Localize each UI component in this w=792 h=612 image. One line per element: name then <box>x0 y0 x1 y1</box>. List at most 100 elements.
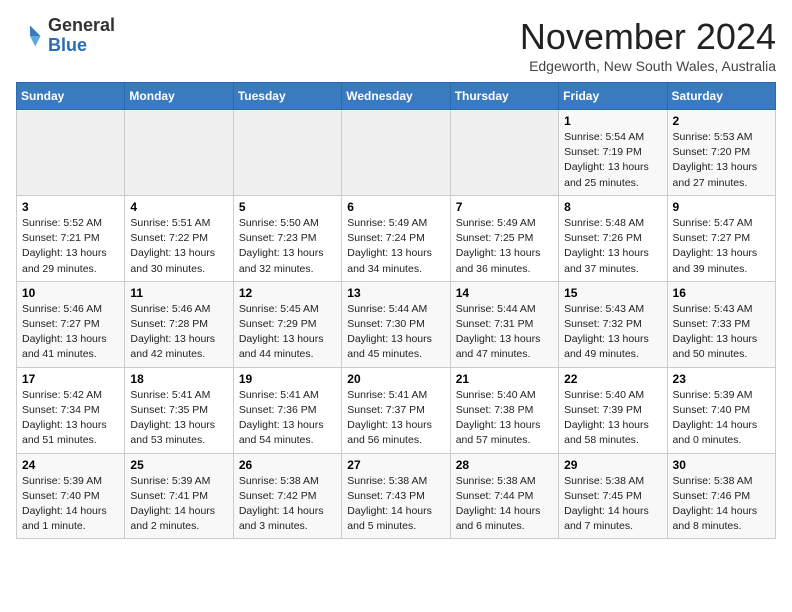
day-info: Sunrise: 5:44 AMSunset: 7:31 PMDaylight:… <box>456 302 553 363</box>
day-info: Sunrise: 5:41 AMSunset: 7:37 PMDaylight:… <box>347 388 444 449</box>
logo: General Blue <box>16 16 115 56</box>
day-info: Sunrise: 5:43 AMSunset: 7:33 PMDaylight:… <box>673 302 770 363</box>
calendar-cell <box>342 110 450 196</box>
calendar-cell: 12 Sunrise: 5:45 AMSunset: 7:29 PMDayligh… <box>233 281 341 367</box>
day-of-week-header: Wednesday <box>342 83 450 110</box>
calendar-cell: 6Sunrise: 5:49 AMSunset: 7:24 PMDaylight… <box>342 195 450 281</box>
day-info: Sunrise: 5:43 AMSunset: 7:32 PMDaylight:… <box>564 302 661 363</box>
calendar-cell: 30Sunrise: 5:38 AMSunset: 7:46 PMDayligh… <box>667 453 775 539</box>
calendar-cell: 26Sunrise: 5:38 AMSunset: 7:42 PMDayligh… <box>233 453 341 539</box>
day-of-week-header: Saturday <box>667 83 775 110</box>
calendar-cell: 22 Sunrise: 5:40 AMSunset: 7:39 PMDayligh… <box>559 367 667 453</box>
day-of-week-header: Friday <box>559 83 667 110</box>
day-number: 19 <box>239 372 336 386</box>
day-number: 28 <box>456 458 553 472</box>
calendar-week-row: 24Sunrise: 5:39 AMSunset: 7:40 PMDayligh… <box>17 453 776 539</box>
calendar-cell: 4 Sunrise: 5:51 AMSunset: 7:22 PMDaylight… <box>125 195 233 281</box>
day-number: 24 <box>22 458 119 472</box>
day-info: Sunrise: 5:50 AMSunset: 7:23 PMDaylight:… <box>239 216 336 277</box>
day-info: Sunrise: 5:52 AMSunset: 7:21 PMDaylight:… <box>22 216 119 277</box>
day-number: 12 <box>239 286 336 300</box>
day-info: Sunrise: 5:38 AMSunset: 7:46 PMDaylight:… <box>673 474 770 535</box>
day-number: 17 <box>22 372 119 386</box>
day-number: 27 <box>347 458 444 472</box>
calendar-week-row: 1 Sunrise: 5:54 AMSunset: 7:19 PMDaylight… <box>17 110 776 196</box>
day-info: Sunrise: 5:49 AMSunset: 7:24 PMDaylight:… <box>347 216 444 277</box>
day-number: 3 <box>22 200 119 214</box>
day-info: Sunrise: 5:45 AMSunset: 7:29 PMDaylight:… <box>239 302 336 363</box>
calendar-cell: 10Sunrise: 5:46 AMSunset: 7:27 PMDayligh… <box>17 281 125 367</box>
calendar-week-row: 17 Sunrise: 5:42 AMSunset: 7:34 PMDayligh… <box>17 367 776 453</box>
month-title: November 2024 <box>520 16 776 58</box>
calendar-cell: 19 Sunrise: 5:41 AMSunset: 7:36 PMDayligh… <box>233 367 341 453</box>
day-number: 7 <box>456 200 553 214</box>
day-of-week-header: Monday <box>125 83 233 110</box>
header-row: SundayMondayTuesdayWednesdayThursdayFrid… <box>17 83 776 110</box>
day-number: 13 <box>347 286 444 300</box>
calendar-cell: 20 Sunrise: 5:41 AMSunset: 7:37 PMDayligh… <box>342 367 450 453</box>
day-info: Sunrise: 5:53 AMSunset: 7:20 PMDaylight:… <box>673 130 770 191</box>
calendar-cell: 21 Sunrise: 5:40 AMSunset: 7:38 PMDayligh… <box>450 367 558 453</box>
day-number: 4 <box>130 200 227 214</box>
calendar-cell: 18 Sunrise: 5:41 AMSunset: 7:35 PMDayligh… <box>125 367 233 453</box>
calendar-cell: 14Sunrise: 5:44 AMSunset: 7:31 PMDayligh… <box>450 281 558 367</box>
day-number: 20 <box>347 372 444 386</box>
day-info: Sunrise: 5:38 AMSunset: 7:42 PMDaylight:… <box>239 474 336 535</box>
day-number: 18 <box>130 372 227 386</box>
day-info: Sunrise: 5:41 AMSunset: 7:35 PMDaylight:… <box>130 388 227 449</box>
day-info: Sunrise: 5:38 AMSunset: 7:45 PMDaylight:… <box>564 474 661 535</box>
page-header: General Blue November 2024 Edgeworth, Ne… <box>16 16 776 74</box>
day-number: 21 <box>456 372 553 386</box>
logo-text: General Blue <box>48 16 115 56</box>
logo-icon <box>16 22 44 50</box>
calendar-cell: 28 Sunrise: 5:38 AMSunset: 7:44 PMDayligh… <box>450 453 558 539</box>
calendar-cell: 8 Sunrise: 5:48 AMSunset: 7:26 PMDaylight… <box>559 195 667 281</box>
day-number: 22 <box>564 372 661 386</box>
day-number: 11 <box>130 286 227 300</box>
calendar-cell <box>17 110 125 196</box>
day-number: 25 <box>130 458 227 472</box>
calendar-cell: 3 Sunrise: 5:52 AMSunset: 7:21 PMDaylight… <box>17 195 125 281</box>
calendar-body: 1 Sunrise: 5:54 AMSunset: 7:19 PMDaylight… <box>17 110 776 539</box>
calendar-cell <box>233 110 341 196</box>
day-number: 15 <box>564 286 661 300</box>
day-of-week-header: Thursday <box>450 83 558 110</box>
calendar-cell: 25 Sunrise: 5:39 AMSunset: 7:41 PMDayligh… <box>125 453 233 539</box>
day-number: 29 <box>564 458 661 472</box>
title-section: November 2024 Edgeworth, New South Wales… <box>520 16 776 74</box>
calendar-header: SundayMondayTuesdayWednesdayThursdayFrid… <box>17 83 776 110</box>
day-number: 2 <box>673 114 770 128</box>
day-info: Sunrise: 5:46 AMSunset: 7:28 PMDaylight:… <box>130 302 227 363</box>
calendar-week-row: 3 Sunrise: 5:52 AMSunset: 7:21 PMDaylight… <box>17 195 776 281</box>
day-info: Sunrise: 5:54 AMSunset: 7:19 PMDaylight:… <box>564 130 661 191</box>
day-info: Sunrise: 5:48 AMSunset: 7:26 PMDaylight:… <box>564 216 661 277</box>
day-info: Sunrise: 5:40 AMSunset: 7:39 PMDaylight:… <box>564 388 661 449</box>
calendar-cell: 16 Sunrise: 5:43 AMSunset: 7:33 PMDayligh… <box>667 281 775 367</box>
location-subtitle: Edgeworth, New South Wales, Australia <box>520 58 776 74</box>
day-info: Sunrise: 5:49 AMSunset: 7:25 PMDaylight:… <box>456 216 553 277</box>
calendar-cell: 15 Sunrise: 5:43 AMSunset: 7:32 PMDayligh… <box>559 281 667 367</box>
day-info: Sunrise: 5:41 AMSunset: 7:36 PMDaylight:… <box>239 388 336 449</box>
calendar-cell: 9Sunrise: 5:47 AMSunset: 7:27 PMDaylight… <box>667 195 775 281</box>
calendar-table: SundayMondayTuesdayWednesdayThursdayFrid… <box>16 82 776 539</box>
day-info: Sunrise: 5:42 AMSunset: 7:34 PMDaylight:… <box>22 388 119 449</box>
calendar-cell: 11 Sunrise: 5:46 AMSunset: 7:28 PMDayligh… <box>125 281 233 367</box>
day-number: 8 <box>564 200 661 214</box>
day-info: Sunrise: 5:51 AMSunset: 7:22 PMDaylight:… <box>130 216 227 277</box>
calendar-cell: 23 Sunrise: 5:39 AMSunset: 7:40 PMDayligh… <box>667 367 775 453</box>
day-number: 23 <box>673 372 770 386</box>
calendar-cell: 17 Sunrise: 5:42 AMSunset: 7:34 PMDayligh… <box>17 367 125 453</box>
day-info: Sunrise: 5:39 AMSunset: 7:41 PMDaylight:… <box>130 474 227 535</box>
calendar-cell: 27Sunrise: 5:38 AMSunset: 7:43 PMDayligh… <box>342 453 450 539</box>
calendar-cell <box>450 110 558 196</box>
day-number: 16 <box>673 286 770 300</box>
day-info: Sunrise: 5:39 AMSunset: 7:40 PMDaylight:… <box>673 388 770 449</box>
calendar-cell: 5Sunrise: 5:50 AMSunset: 7:23 PMDaylight… <box>233 195 341 281</box>
calendar-cell: 29 Sunrise: 5:38 AMSunset: 7:45 PMDayligh… <box>559 453 667 539</box>
day-number: 1 <box>564 114 661 128</box>
calendar-cell <box>125 110 233 196</box>
calendar-cell: 1 Sunrise: 5:54 AMSunset: 7:19 PMDaylight… <box>559 110 667 196</box>
day-info: Sunrise: 5:40 AMSunset: 7:38 PMDaylight:… <box>456 388 553 449</box>
calendar-week-row: 10Sunrise: 5:46 AMSunset: 7:27 PMDayligh… <box>17 281 776 367</box>
day-info: Sunrise: 5:38 AMSunset: 7:44 PMDaylight:… <box>456 474 553 535</box>
